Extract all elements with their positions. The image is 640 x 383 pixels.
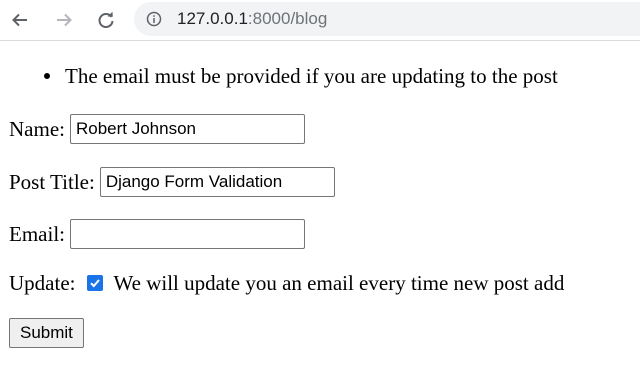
- title-row: Post Title:: [9, 167, 335, 197]
- update-checkbox[interactable]: [87, 275, 104, 291]
- address-bar[interactable]: 127.0.0.1:8000/blog: [134, 2, 640, 36]
- name-row: Name:: [9, 114, 305, 144]
- url-host: 127.0.0.1: [177, 9, 248, 28]
- error-message: The email must be provided if you are up…: [44, 64, 558, 88]
- error-list: The email must be provided if you are up…: [44, 64, 558, 88]
- update-description: We will update you an email every time n…: [113, 271, 565, 295]
- url-text: 127.0.0.1:8000/blog: [177, 9, 327, 29]
- email-row: Email:: [9, 219, 305, 249]
- checkmark-icon: [90, 279, 101, 288]
- title-label: Post Title:: [9, 170, 95, 194]
- reload-button[interactable]: [92, 6, 120, 34]
- browser-toolbar: 127.0.0.1:8000/blog: [0, 0, 640, 41]
- email-input[interactable]: [70, 219, 305, 249]
- back-arrow-icon: [12, 13, 27, 27]
- post-title-input[interactable]: [99, 167, 335, 197]
- update-row: Update: We will update you an email ever…: [9, 271, 564, 295]
- update-label: Update:: [9, 271, 76, 295]
- url-path: :8000/blog: [247, 9, 328, 28]
- forward-button[interactable]: [50, 6, 78, 34]
- name-label: Name:: [9, 117, 65, 141]
- bullet-icon: [44, 73, 50, 79]
- forward-arrow-icon: [57, 13, 72, 27]
- email-label: Email:: [9, 222, 65, 246]
- submit-button[interactable]: Submit: [9, 318, 84, 348]
- name-input[interactable]: [69, 114, 305, 144]
- reload-icon: [98, 11, 114, 28]
- info-icon[interactable]: [146, 11, 162, 27]
- back-button[interactable]: [6, 6, 34, 34]
- error-text: The email must be provided if you are up…: [65, 64, 558, 88]
